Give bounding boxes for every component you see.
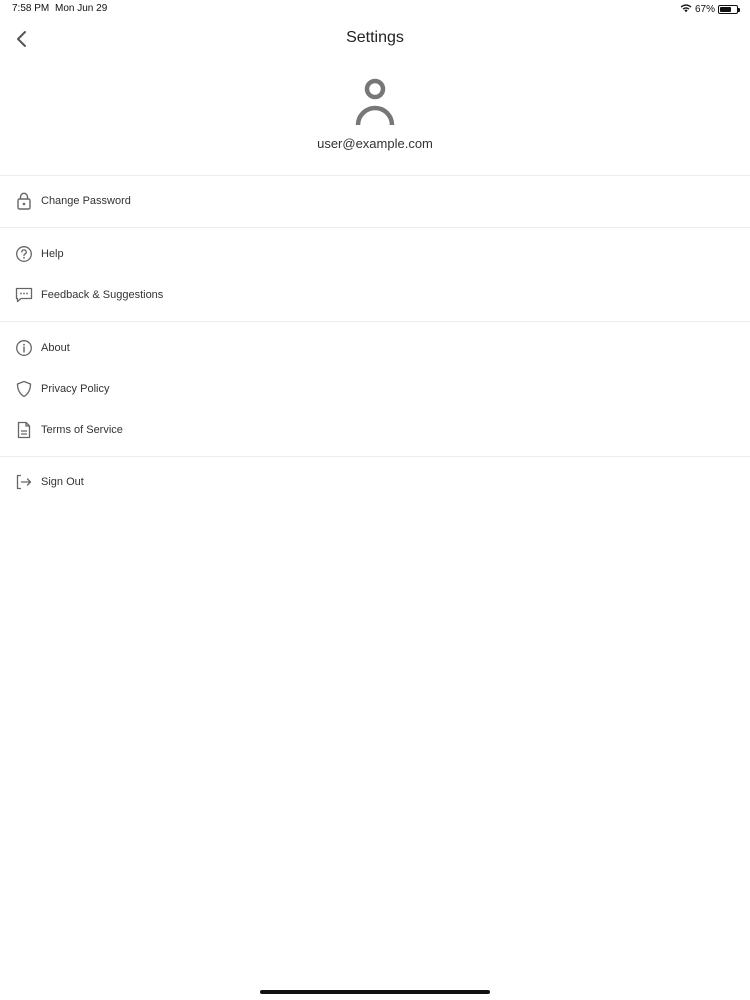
- section-divider: [0, 321, 750, 322]
- change-password-button[interactable]: Change Password: [0, 183, 750, 219]
- question-circle-icon: [14, 244, 34, 264]
- battery-percent: 67%: [694, 4, 715, 15]
- terms-of-service-button[interactable]: Terms of Service: [0, 412, 750, 448]
- terms-of-service-label: Terms of Service: [41, 424, 123, 436]
- sign-out-icon: [14, 472, 34, 492]
- status-date: Mon Jun 29: [55, 3, 108, 14]
- battery-icon: [718, 5, 740, 14]
- section-divider: [0, 175, 750, 176]
- feedback-button[interactable]: Feedback & Suggestions: [0, 277, 750, 313]
- person-icon: [355, 78, 395, 126]
- lock-icon: [14, 191, 34, 211]
- info-circle-icon: [14, 338, 34, 358]
- sign-out-button[interactable]: Sign Out: [0, 464, 750, 500]
- section-divider: [0, 227, 750, 228]
- help-button[interactable]: Help: [0, 236, 750, 272]
- change-password-label: Change Password: [41, 195, 131, 207]
- status-time: 7:58 PM: [12, 3, 50, 14]
- help-label: Help: [41, 248, 64, 260]
- section-divider: [0, 456, 750, 457]
- chat-bubble-icon: [14, 285, 34, 305]
- user-email: user@example.com: [317, 136, 433, 151]
- document-icon: [14, 420, 34, 440]
- battery-level: [720, 7, 731, 12]
- about-label: About: [41, 342, 70, 354]
- privacy-policy-button[interactable]: Privacy Policy: [0, 371, 750, 407]
- nav-bar: Settings: [0, 22, 750, 56]
- shield-icon: [14, 379, 34, 399]
- about-button[interactable]: About: [0, 330, 750, 366]
- privacy-policy-label: Privacy Policy: [41, 383, 110, 395]
- status-bar: 7:58 PM Mon Jun 29 67%: [0, 0, 750, 18]
- status-indicators: 67%: [680, 3, 740, 16]
- sign-out-label: Sign Out: [41, 476, 84, 488]
- home-indicator[interactable]: [260, 990, 490, 994]
- profile-header: user@example.com: [0, 76, 750, 151]
- wifi-icon: [680, 3, 692, 16]
- feedback-label: Feedback & Suggestions: [41, 289, 164, 301]
- page-title: Settings: [346, 29, 404, 46]
